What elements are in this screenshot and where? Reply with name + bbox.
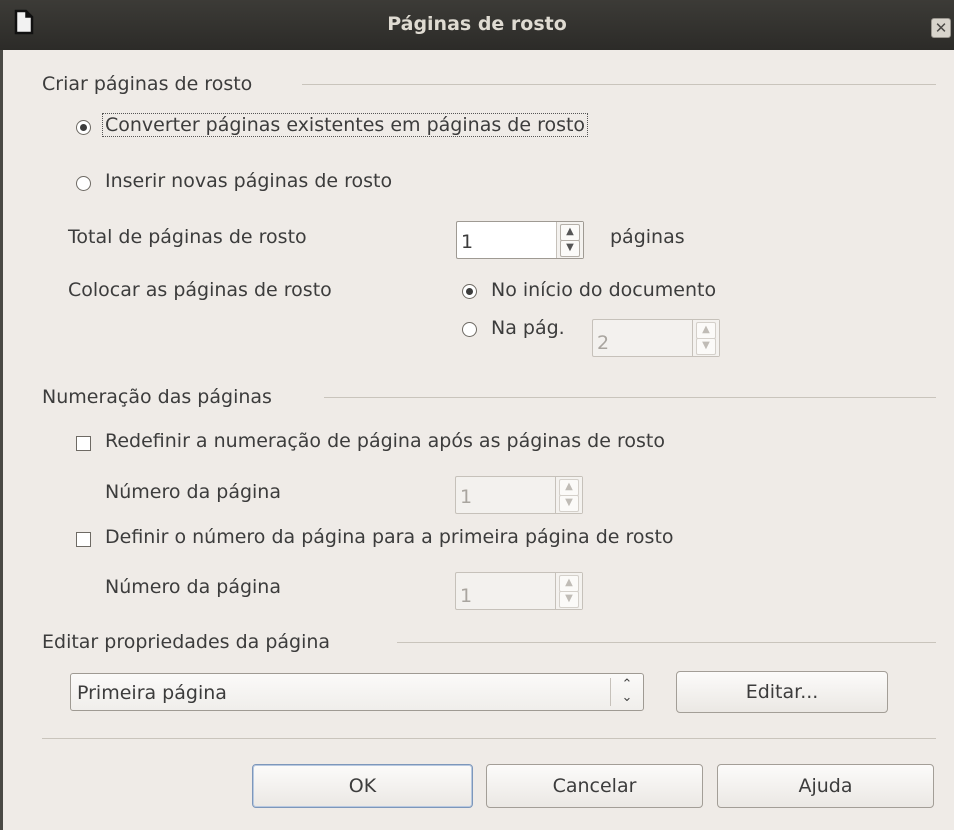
close-icon: ✕	[934, 19, 948, 37]
section-heading-properties: Editar propriedades da página	[42, 631, 331, 653]
dialog-title: Páginas de rosto	[387, 13, 567, 35]
ok-button[interactable]: OK	[252, 764, 473, 808]
place-page-spinbox[interactable]: 2 ▲ ▼	[592, 319, 720, 357]
footer-divider	[42, 738, 936, 739]
first-page-number-checkbox-label[interactable]: Definir o número da página para a primei…	[105, 526, 674, 548]
title-bar: Páginas de rosto ✕	[0, 0, 954, 50]
help-button[interactable]: Ajuda	[717, 764, 934, 808]
convert-radio-label-box[interactable]: Converter páginas existentes em páginas …	[102, 113, 589, 137]
spin-buttons: ▲ ▼	[555, 477, 582, 513]
spin-down-icon[interactable]: ▼	[559, 495, 579, 512]
place-start-label[interactable]: No início do documento	[491, 279, 716, 301]
place-start-radio[interactable]	[462, 284, 477, 299]
total-pages-unit: páginas	[610, 226, 685, 248]
reset-page-number-spinbox[interactable]: 1 ▲ ▼	[455, 476, 583, 514]
place-pages-label: Colocar as páginas de rosto	[68, 279, 332, 301]
section-heading-create: Criar páginas de rosto	[42, 73, 253, 95]
updown-chevron-icon: ⌃ ⌄	[610, 678, 643, 706]
insert-radio-label[interactable]: Inserir novas páginas de rosto	[105, 170, 392, 192]
spin-buttons: ▲ ▼	[692, 320, 719, 356]
reset-page-number-label: Número da página	[105, 481, 281, 503]
convert-radio[interactable]	[76, 120, 91, 135]
window-border	[0, 50, 3, 830]
total-pages-spinbox[interactable]: 1 ▲ ▼	[456, 221, 584, 259]
place-page-value[interactable]: 2	[597, 332, 609, 354]
first-page-number-checkbox[interactable]	[76, 532, 91, 547]
place-page-label[interactable]: Na pág.	[491, 317, 565, 339]
page-select-dropdown[interactable]: Primeira página ⌃ ⌄	[70, 673, 644, 711]
section-heading-numbering: Numeração das páginas	[42, 386, 272, 408]
spin-down-icon[interactable]: ▼	[696, 338, 716, 355]
place-page-radio[interactable]	[462, 322, 477, 337]
spin-up-icon[interactable]: ▲	[560, 224, 580, 241]
reset-numbering-label[interactable]: Redefinir a numeração de página após as …	[105, 430, 665, 452]
spin-buttons: ▲ ▼	[555, 573, 582, 609]
close-button[interactable]: ✕	[931, 18, 951, 38]
section-divider	[324, 397, 936, 398]
spin-down-icon[interactable]: ▼	[559, 591, 579, 608]
spin-buttons: ▲ ▼	[556, 222, 583, 258]
spin-up-icon[interactable]: ▲	[559, 575, 579, 592]
cancel-button[interactable]: Cancelar	[486, 764, 703, 808]
first-page-number-label: Número da página	[105, 576, 281, 598]
spin-down-icon[interactable]: ▼	[560, 240, 580, 257]
spin-up-icon[interactable]: ▲	[696, 322, 716, 339]
total-pages-value[interactable]: 1	[461, 231, 473, 253]
page-select-value[interactable]: Primeira página	[77, 682, 227, 704]
section-divider	[302, 84, 936, 85]
first-page-number-value[interactable]: 1	[460, 585, 472, 607]
insert-radio[interactable]	[76, 176, 91, 191]
spin-up-icon[interactable]: ▲	[559, 479, 579, 496]
total-pages-label: Total de páginas de rosto	[68, 226, 307, 248]
reset-page-number-value[interactable]: 1	[460, 486, 472, 508]
convert-radio-label[interactable]: Converter páginas existentes em páginas …	[102, 113, 589, 137]
reset-numbering-checkbox[interactable]	[76, 436, 91, 451]
section-divider	[397, 642, 936, 643]
first-page-number-spinbox[interactable]: 1 ▲ ▼	[455, 572, 583, 610]
edit-button[interactable]: Editar...	[676, 671, 888, 713]
